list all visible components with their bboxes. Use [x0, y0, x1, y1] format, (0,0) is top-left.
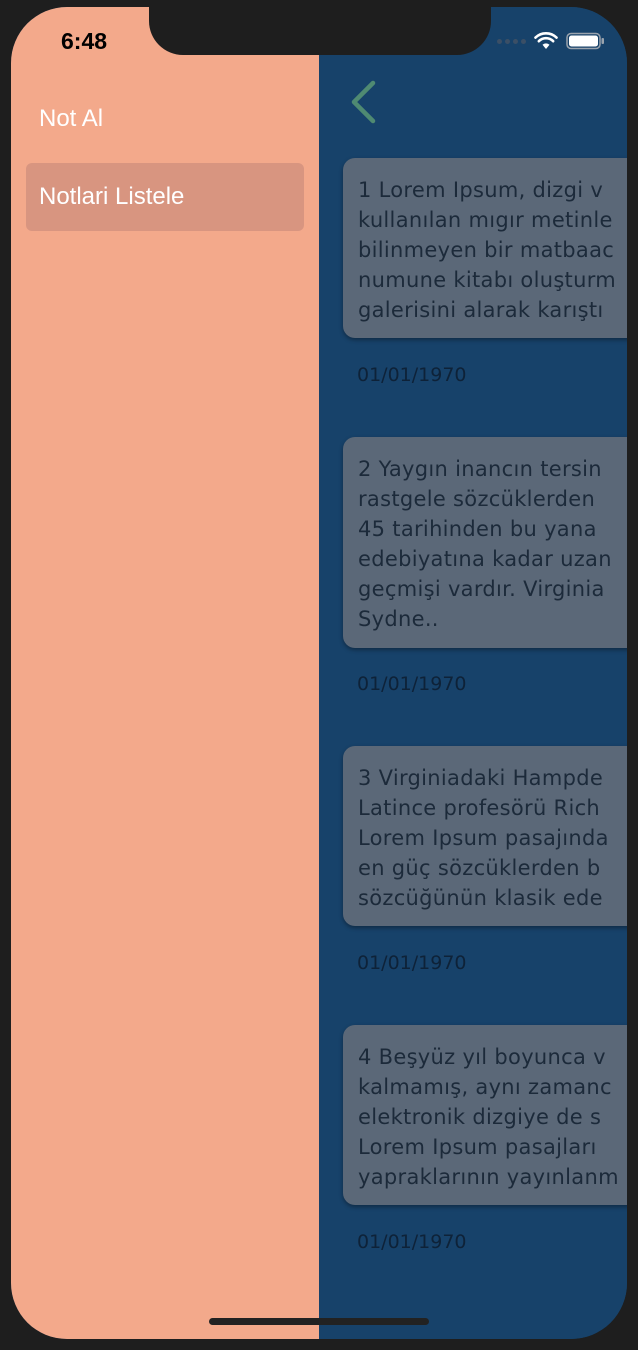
note-text-line: elektronik dizgiye de s	[358, 1105, 602, 1129]
note-date: 01/01/1970	[357, 1231, 467, 1253]
note-card[interactable]: 1 Lorem Ipsum, dizgi v kullanılan mıgır …	[343, 158, 627, 338]
wifi-icon	[534, 32, 558, 49]
note-text-line: edebiyatına kadar uzan	[358, 547, 612, 571]
note-text-line: 4 Beşyüz yıl boyunca v	[358, 1045, 606, 1069]
note-text-line: en güç sözcüklerden b	[358, 856, 601, 880]
note-text-line: Latince profesörü Rich	[358, 796, 601, 820]
note-text-line: bilinmeyen bir matbaac	[358, 238, 615, 262]
battery-icon	[566, 32, 604, 50]
device-frame: Not Al Notlari Listele 1 Lorem Ipsum, di…	[0, 0, 638, 1350]
drawer-item-label: Notlari Listele	[39, 183, 185, 210]
note-text-line: 1 Lorem Ipsum, dizgi v	[358, 178, 604, 202]
note-text-line: kalmamış, aynı zamanc	[358, 1075, 612, 1099]
note-text-line: 2 Yaygın inancın tersin	[358, 457, 602, 481]
note-text-line: galerisini alarak karıştı	[358, 298, 604, 322]
note-text-line: geçmişi vardır. Virginia	[358, 577, 605, 601]
note-date: 01/01/1970	[357, 673, 467, 695]
note-text-line: kullanılan mıgır metinle	[358, 208, 613, 232]
note-text-line: Lorem Ipsum pasajında	[358, 826, 609, 850]
note-text-line: Lorem Ipsum pasajları	[358, 1135, 597, 1159]
home-indicator[interactable]	[209, 1318, 429, 1325]
note-card[interactable]: 2 Yaygın inancın tersin rastgele sözcükl…	[343, 437, 627, 648]
note-card[interactable]: 3 Virginiadaki Hampde Latince profesörü …	[343, 746, 627, 926]
drawer-item-label: Not Al	[39, 105, 104, 132]
status-time: 6:48	[61, 28, 108, 54]
note-text-line: 3 Virginiadaki Hampde	[358, 766, 604, 790]
note-text-line: numune kitabı oluşturm	[358, 268, 617, 292]
note-date: 01/01/1970	[357, 364, 467, 386]
note-text-line: rastgele sözcüklerden	[358, 487, 596, 511]
note-text-line: yapraklarının yayınlanm	[358, 1165, 619, 1189]
app-screen: Not Al Notlari Listele 1 Lorem Ipsum, di…	[11, 7, 627, 1339]
drawer-item-notlari-listele[interactable]: Notlari Listele	[26, 163, 304, 231]
chevron-left-icon	[351, 80, 376, 124]
note-text-line: sözcüğünün klasik ede	[358, 886, 603, 910]
note-date: 01/01/1970	[357, 952, 467, 974]
navigation-drawer: Not Al Notlari Listele	[11, 7, 319, 1339]
cellular-signal-icon	[497, 38, 526, 44]
status-icons	[497, 31, 606, 51]
notes-list-page: 1 Lorem Ipsum, dizgi v kullanılan mıgır …	[319, 7, 627, 1339]
drawer-item-not-al[interactable]: Not Al	[26, 85, 304, 153]
note-card[interactable]: 4 Beşyüz yıl boyunca v kalmamış, aynı za…	[343, 1025, 627, 1205]
note-text-line: 45 tarihinden bu yana	[358, 517, 597, 541]
note-text-line: Sydne..	[358, 607, 439, 631]
back-button[interactable]	[345, 77, 385, 127]
device-notch	[149, 7, 491, 55]
